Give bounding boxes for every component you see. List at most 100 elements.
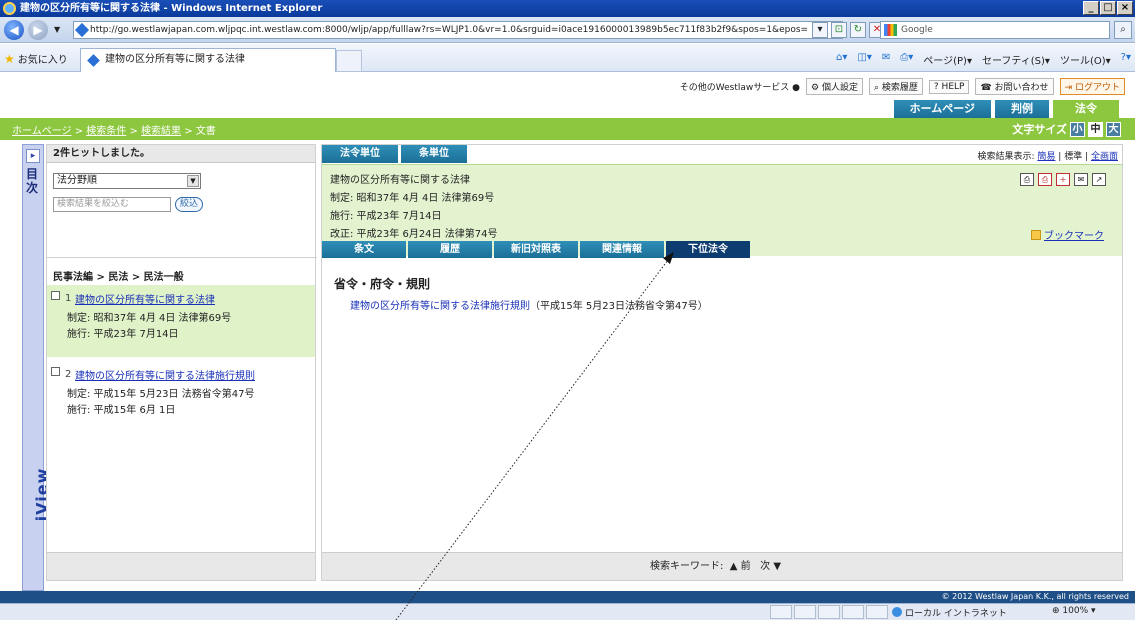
favorites-button[interactable]: ★ お気に入り	[4, 51, 68, 66]
display-mode-simple[interactable]: 簡易	[1037, 152, 1055, 162]
tab-law-unit[interactable]: 法令単位	[322, 145, 398, 163]
window-title-bar: 建物の区分所有等に関する法律 - Windows Internet Explor…	[0, 0, 1135, 17]
law-enacted: 制定: 昭和37年 4月 4日 法律第69号	[330, 193, 495, 204]
logout-button[interactable]: ⇥ ログアウト	[1059, 78, 1125, 95]
law-effective: 施行: 平成23年 7月14日	[330, 211, 442, 222]
personal-settings-link[interactable]: ⚙ 個人設定	[805, 78, 863, 95]
sort-select[interactable]: 法分野順 ▼	[53, 173, 201, 189]
tab-title: 建物の区分所有等に関する法律	[105, 54, 245, 65]
result-effective: 施行: 平成15年 6月 1日	[67, 405, 176, 416]
other-services-link[interactable]: その他のWestlawサービス ●	[680, 80, 800, 93]
google-icon	[884, 24, 897, 36]
breadcrumb-homepage[interactable]: ホームページ	[12, 126, 72, 137]
document-sub-tabs: 条文 履歴 新旧対照表 関連情報 下位法令	[322, 241, 750, 258]
browser-tab[interactable]: 建物の区分所有等に関する法律	[80, 48, 336, 72]
external-link-icon[interactable]: ↗	[1092, 173, 1106, 186]
forward-button[interactable]: ▶	[28, 20, 48, 40]
search-history-link[interactable]: ⌕ 検索履歴	[868, 78, 923, 95]
search-go-icon[interactable]: ⌕	[1114, 21, 1132, 39]
keyword-next-button[interactable]: 次 ▼	[760, 561, 781, 572]
favorites-label: お気に入り	[17, 55, 68, 66]
filter-input[interactable]: 検索結果を絞込む	[53, 197, 171, 212]
status-cell	[842, 605, 864, 619]
address-tools: ▾ ⊡ ↻ ✕	[812, 22, 885, 38]
feeds-icon[interactable]: ◫▾	[857, 52, 871, 67]
subordinate-law-link[interactable]: 建物の区分所有等に関する法律施行規則	[350, 301, 530, 312]
tab-subordinate-laws[interactable]: 下位法令	[666, 241, 750, 258]
result-enacted: 制定: 平成15年 5月23日 法務省令第47号	[67, 389, 255, 400]
ie-logo-icon	[3, 2, 16, 15]
mail-icon[interactable]: ✉	[882, 52, 890, 67]
breadcrumb-search-conditions[interactable]: 検索条件	[86, 126, 126, 137]
chevron-down-icon: ▼	[187, 175, 199, 187]
font-size-large[interactable]: 大	[1106, 121, 1121, 137]
address-dropdown-button[interactable]: ▾	[812, 22, 828, 38]
print-pdf-icon[interactable]: ⎙	[1038, 173, 1052, 186]
law-category-path: 民事法編 > 民法 > 民法一般	[53, 272, 184, 283]
print-icon[interactable]: ⎙	[1020, 173, 1034, 186]
breadcrumb-search-results[interactable]: 検索結果	[141, 126, 181, 137]
bookmark-label: ブックマーク	[1044, 231, 1104, 242]
home-icon[interactable]: ⌂▾	[836, 52, 847, 67]
contact-label: お問い合わせ	[994, 83, 1049, 93]
result-title-link[interactable]: 建物の区分所有等に関する法律	[75, 291, 215, 306]
tab-comparison-table[interactable]: 新旧対照表	[494, 241, 578, 258]
display-mode-label: 検索結果表示:	[977, 152, 1035, 162]
main-tabs: ホームページ 判例 法令	[893, 100, 1119, 118]
table-of-contents-label[interactable]: 目次	[26, 167, 40, 195]
result-checkbox[interactable]	[51, 367, 60, 376]
contact-link[interactable]: ☎ お問い合わせ	[975, 78, 1054, 95]
close-window-button[interactable]: ×	[1117, 1, 1133, 15]
hit-count: 2件ヒットしました。	[47, 145, 315, 163]
new-tab-button[interactable]	[336, 50, 362, 72]
tab-homepage[interactable]: ホームページ	[893, 100, 991, 118]
copyright-bar: © 2012 Westlaw Japan K.K., all rights re…	[0, 591, 1135, 603]
tab-statutes[interactable]: 法令	[1053, 100, 1119, 118]
tools-menu-label: ツール(O)	[1059, 56, 1106, 67]
personal-settings-label: 個人設定	[821, 83, 858, 93]
tab-related-info[interactable]: 関連情報	[580, 241, 664, 258]
address-url-text: http://go.westlawjapan.com.wljpqc.int.we…	[90, 25, 808, 35]
tab-articles[interactable]: 条文	[322, 241, 406, 258]
bookmark-link[interactable]: ブックマーク	[1031, 227, 1104, 242]
tab-history[interactable]: 履歴	[408, 241, 492, 258]
print-icon[interactable]: ⎙▾	[900, 52, 913, 67]
font-size-small[interactable]: 小	[1070, 121, 1085, 137]
help-icon[interactable]: ?▾	[1121, 52, 1131, 67]
zoom-control[interactable]: ⊕ 100% ▾	[1052, 606, 1096, 616]
tab-cases[interactable]: 判例	[995, 100, 1049, 118]
maximize-button[interactable]: □	[1100, 1, 1116, 15]
search-input[interactable]: Google	[880, 21, 1110, 39]
document-tools: ⎙ ⎙ + ✉ ↗	[1020, 173, 1106, 186]
font-size-medium[interactable]: 中	[1088, 121, 1103, 137]
status-cell	[866, 605, 888, 619]
favorites-bar: ★ お気に入り 建物の区分所有等に関する法律 ⌂▾ ◫▾ ✉ ⎙▾ ページ(P)▾…	[0, 44, 1135, 72]
magnifier-icon: ⌕	[873, 83, 879, 93]
tools-menu[interactable]: ツール(O)▾	[1060, 52, 1111, 67]
mail-icon[interactable]: ✉	[1074, 173, 1088, 186]
page-menu[interactable]: ページ(P)▾	[923, 52, 972, 67]
history-dropdown-icon[interactable]: ▼	[54, 25, 60, 34]
tab-article-unit[interactable]: 条単位	[401, 145, 467, 163]
refresh-icon[interactable]: ↻	[850, 22, 866, 38]
result-number: 2	[65, 369, 72, 380]
expand-panel-icon[interactable]: ▸	[26, 149, 40, 163]
safety-menu[interactable]: セーフティ(S)▾	[982, 52, 1050, 67]
intranet-icon	[892, 607, 902, 617]
keyword-prev-button[interactable]: ▲ 前	[730, 561, 751, 572]
minimize-button[interactable]: _	[1083, 1, 1099, 15]
filter-button[interactable]: 絞込	[175, 197, 204, 212]
result-title-link[interactable]: 建物の区分所有等に関する法律施行規則	[75, 367, 255, 382]
divider	[47, 257, 317, 258]
result-checkbox[interactable]	[51, 291, 60, 300]
breadcrumb-bar: ホームページ > 検索条件 > 検索結果 > 文書 文字サイズ 小 中 大	[0, 118, 1135, 140]
compat-view-icon[interactable]: ⊡	[831, 22, 847, 38]
back-button[interactable]: ◀	[4, 20, 24, 40]
sort-value: 法分野順	[57, 175, 97, 186]
help-link[interactable]: ? HELP	[928, 79, 970, 94]
breadcrumb-separator: >	[129, 126, 141, 137]
status-cells	[770, 605, 888, 619]
address-input[interactable]: http://go.westlawjapan.com.wljpqc.int.we…	[73, 21, 843, 39]
add-folder-icon[interactable]: +	[1056, 173, 1070, 186]
display-mode-fullscreen[interactable]: 全画面	[1091, 152, 1118, 162]
